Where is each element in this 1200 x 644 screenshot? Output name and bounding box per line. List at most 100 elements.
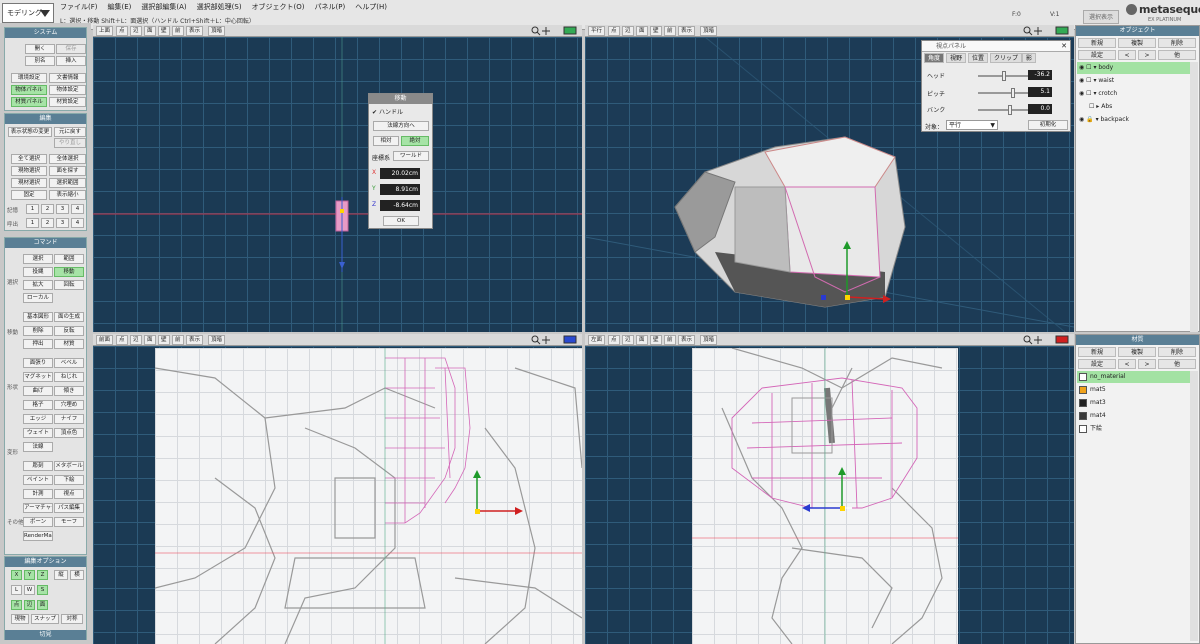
- memory-4-button[interactable]: 4: [71, 204, 84, 214]
- bank-value[interactable]: 0.0: [1028, 104, 1052, 114]
- cmd-bend[interactable]: 曲げ: [23, 386, 53, 396]
- vertex-view-toggle[interactable]: 点: [116, 26, 128, 36]
- cmd-rotate[interactable]: 回転: [54, 280, 84, 290]
- dim-toggle[interactable]: 頂暗: [700, 335, 718, 345]
- object-item-crotch[interactable]: ◉ ☐ ▾ crotch: [1077, 88, 1191, 100]
- cmd-range[interactable]: 範囲: [54, 254, 84, 264]
- cmd-hole-fill[interactable]: 穴埋め: [54, 400, 84, 410]
- cmd-primitive[interactable]: 基本図形: [23, 312, 53, 322]
- save-button[interactable]: 保存: [56, 44, 86, 54]
- vertical-toggle[interactable]: 縦: [54, 570, 68, 580]
- menu-select-process[interactable]: 選択部処理(S): [197, 2, 242, 12]
- wall-view-toggle[interactable]: 壁: [158, 335, 170, 345]
- cmd-bevel[interactable]: ベベル: [54, 358, 84, 368]
- monitor-icon[interactable]: [1055, 26, 1071, 36]
- view-label-left[interactable]: 左面: [588, 335, 606, 345]
- pitch-slider-knob[interactable]: [1011, 88, 1015, 98]
- memory-3-button[interactable]: 3: [56, 204, 69, 214]
- cmd-paint[interactable]: ペイント: [23, 475, 53, 485]
- material-other-button[interactable]: 他: [1158, 359, 1196, 369]
- object-new-button[interactable]: 新規: [1078, 38, 1116, 48]
- open-button[interactable]: 開く: [25, 44, 55, 54]
- display-menu[interactable]: 表示: [678, 26, 696, 36]
- horizontal-toggle[interactable]: 横: [70, 570, 84, 580]
- view-label-front[interactable]: 前面: [96, 335, 114, 345]
- object-item-waist[interactable]: ◉ ☐ ▾ waist: [1077, 75, 1191, 87]
- cmd-material[interactable]: 材質: [54, 339, 84, 349]
- close-icon[interactable]: ✕: [1061, 42, 1067, 50]
- display-menu[interactable]: 表示: [186, 335, 204, 345]
- zoom-move-icon[interactable]: [1023, 335, 1045, 345]
- selection-range-button[interactable]: 選択範囲: [49, 178, 86, 188]
- cmd-path-edit[interactable]: パス編集: [54, 503, 84, 513]
- insert-button[interactable]: 挿入: [56, 56, 86, 66]
- face-view-toggle[interactable]: 面: [144, 26, 156, 36]
- menu-file[interactable]: ファイル(F): [60, 2, 98, 12]
- wall-view-toggle[interactable]: 壁: [650, 26, 662, 36]
- dim-toggle[interactable]: 頂暗: [208, 26, 226, 36]
- select-all-button[interactable]: 全て選択: [11, 154, 47, 164]
- save-as-button[interactable]: 別名: [25, 56, 55, 66]
- material-panel-button[interactable]: 材質パネル: [11, 97, 47, 107]
- front-view-toggle[interactable]: 前: [172, 335, 184, 345]
- vertex-view-toggle[interactable]: 点: [608, 335, 620, 345]
- memory-1-button[interactable]: 1: [26, 204, 39, 214]
- tab-angle[interactable]: 角度: [924, 53, 945, 63]
- mode-select[interactable]: モデリング: [2, 3, 54, 23]
- front-view-toggle[interactable]: 前: [664, 26, 676, 36]
- material-item-mat3[interactable]: mat3: [1077, 397, 1190, 409]
- cmd-flip[interactable]: 反転: [54, 326, 84, 336]
- menu-select-edit[interactable]: 選択部編集(A): [141, 2, 186, 12]
- handle-checkbox[interactable]: ✔ ハンドル: [372, 107, 403, 116]
- x-field[interactable]: 20.02cm: [380, 168, 420, 179]
- edge-view-toggle[interactable]: 辺: [130, 26, 142, 36]
- recall-2-button[interactable]: 2: [41, 218, 54, 228]
- cmd-edge[interactable]: エッジ: [23, 414, 53, 424]
- select-material-button[interactable]: 現材選択: [11, 178, 47, 188]
- recall-4-button[interactable]: 4: [71, 218, 84, 228]
- symmetry-toggle[interactable]: 対称: [61, 614, 83, 624]
- select-object-button[interactable]: 現物選択: [11, 166, 47, 176]
- screen-s-toggle[interactable]: S: [37, 585, 48, 595]
- cmd-knife[interactable]: ナイフ: [54, 414, 84, 424]
- zoom-move-icon[interactable]: [1023, 26, 1045, 36]
- display-menu[interactable]: 表示: [186, 26, 204, 36]
- cmd-weight[interactable]: ウェイト: [23, 428, 53, 438]
- select-whole-button[interactable]: 全体選択: [49, 154, 86, 164]
- vertex-view-toggle[interactable]: 点: [608, 26, 620, 36]
- reset-button[interactable]: 初期化: [1028, 120, 1068, 130]
- cmd-viewpoint[interactable]: 視点: [54, 489, 84, 499]
- material-item-no-material[interactable]: no_material: [1077, 371, 1190, 383]
- cmd-magnet[interactable]: マグネット: [23, 372, 53, 382]
- head-value[interactable]: -36.2: [1028, 70, 1052, 80]
- cmd-face-gen[interactable]: 面の生成: [54, 312, 84, 322]
- edge-toggle[interactable]: 辺: [24, 600, 35, 610]
- memory-2-button[interactable]: 2: [41, 204, 54, 214]
- env-settings-button[interactable]: 環境設定: [11, 73, 47, 83]
- cmd-scale[interactable]: 拡大: [23, 280, 53, 290]
- material-prev-button[interactable]: <: [1118, 359, 1136, 369]
- tab-clip[interactable]: クリップ: [990, 53, 1023, 63]
- normal-direction-button[interactable]: 法線方向へ: [373, 121, 429, 131]
- recall-3-button[interactable]: 3: [56, 218, 69, 228]
- axis-z-toggle[interactable]: Z: [37, 570, 48, 580]
- edge-view-toggle[interactable]: 辺: [622, 26, 634, 36]
- monitor-icon[interactable]: [1055, 335, 1071, 345]
- zoom-move-icon[interactable]: [531, 26, 553, 36]
- cmd-sculpt[interactable]: 彫刻: [23, 461, 53, 471]
- ok-button[interactable]: OK: [383, 216, 419, 226]
- vertex-view-toggle[interactable]: 点: [116, 335, 128, 345]
- object-panel-button[interactable]: 物体パネル: [11, 85, 47, 95]
- dim-toggle[interactable]: 頂暗: [700, 26, 718, 36]
- tab-position[interactable]: 位置: [968, 53, 989, 63]
- cmd-lattice[interactable]: 格子: [23, 400, 53, 410]
- display-shrink-button[interactable]: 表示縮小: [49, 190, 86, 200]
- cmd-tilt[interactable]: 傾き: [54, 386, 84, 396]
- cmd-measure[interactable]: 計測: [23, 489, 53, 499]
- cmd-morph[interactable]: モーフ: [54, 517, 84, 527]
- cmd-lasso[interactable]: 投縄: [23, 267, 53, 277]
- cmd-select[interactable]: 選択: [23, 254, 53, 264]
- wall-view-toggle[interactable]: 壁: [650, 335, 662, 345]
- cmd-underlay[interactable]: 下絵: [54, 475, 84, 485]
- object-prev-button[interactable]: <: [1118, 50, 1136, 60]
